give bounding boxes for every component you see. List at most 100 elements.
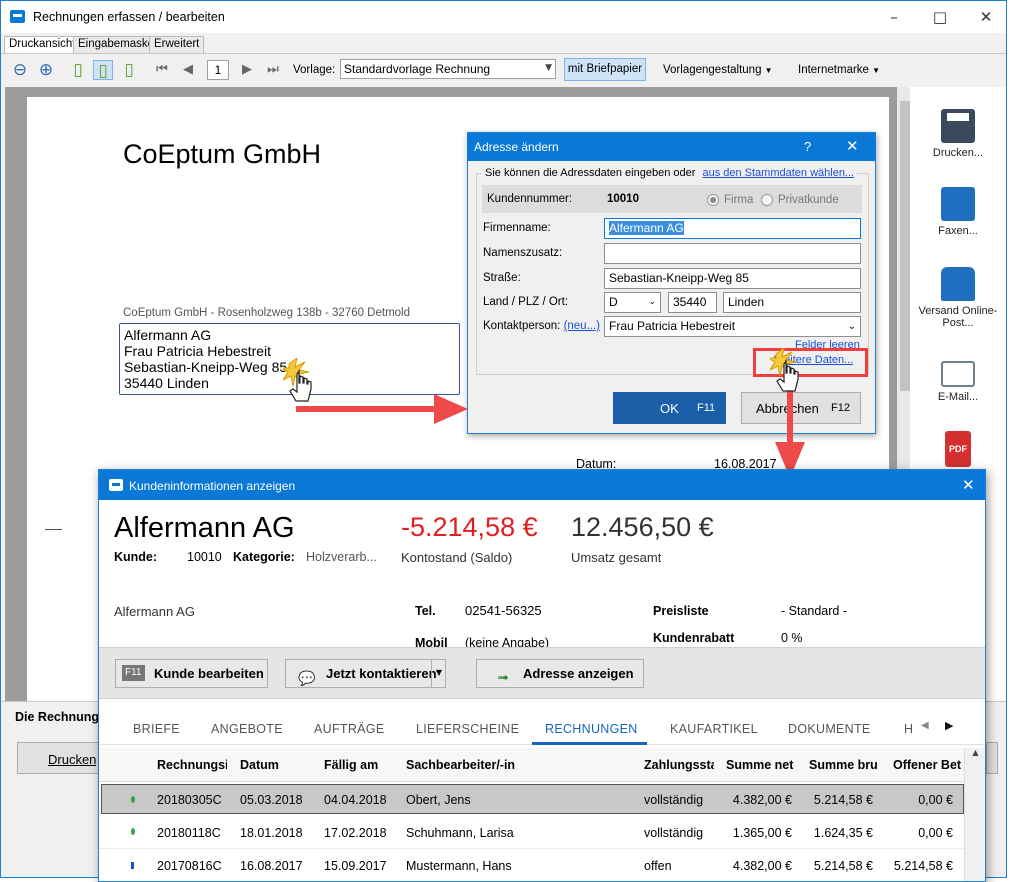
row-cell: 5.214,58 € — [813, 859, 873, 873]
status-dot-icon — [131, 862, 134, 869]
row-cell: 4.382,00 € — [732, 859, 792, 873]
tab-eingabemaske[interactable]: Eingabemaske — [73, 36, 160, 53]
row-cell: 05.03.2018 — [240, 793, 303, 807]
firma-radio[interactable] — [707, 194, 719, 206]
customer-name: Alfermann AG — [114, 512, 295, 544]
jetzt-kontaktieren-button[interactable]: 💬 Jetzt kontaktieren ▼ — [285, 659, 446, 688]
privatkunde-radio[interactable] — [761, 194, 773, 206]
scrollbar-thumb[interactable] — [900, 101, 910, 391]
page-number-input[interactable]: 1 — [207, 60, 229, 80]
col-zahlungsstatus[interactable]: Zahlungssta — [644, 758, 714, 772]
last-page-icon[interactable]: ⏭ — [263, 60, 283, 80]
kunde-bearbeiten-button[interactable]: F11 Kunde bearbeiten — [115, 659, 268, 688]
intro-label: Sie können die Adressdaten eingeben oder — [485, 167, 696, 179]
plz-field[interactable]: 35440 — [668, 292, 717, 313]
col-summe-brutto[interactable]: Summe bru — [809, 758, 881, 772]
f11-badge: F11 — [122, 665, 145, 681]
col-rechnungsnr[interactable]: Rechnungsi — [157, 758, 227, 772]
table-scrollbar[interactable]: ▲ — [964, 748, 985, 881]
col-offener-betrag[interactable]: Offener Bet — [893, 758, 963, 772]
col-sachbearbeiter[interactable]: Sachbearbeiter/-in — [406, 758, 626, 772]
tab-more[interactable]: H — [904, 722, 913, 736]
umsatz-label: Umsatz gesamt — [571, 550, 662, 565]
print-action[interactable]: Drucken... — [910, 109, 1006, 159]
drucken-button-label: Drucken — [48, 752, 97, 767]
zoom-in-icon[interactable]: ⊕ — [36, 60, 56, 80]
zoom-out-icon[interactable]: ⊖ — [10, 60, 30, 80]
col-faellig[interactable]: Fällig am — [324, 758, 404, 772]
stammdaten-link[interactable]: aus den Stammdaten wählen... — [702, 167, 854, 179]
namenszusatz-field[interactable] — [604, 243, 861, 264]
pdf-icon: PDF — [945, 431, 971, 467]
adresse-anzeigen-button[interactable]: ➟ Adresse anzeigen — [476, 659, 644, 688]
chevron-down-icon: ▼ — [545, 63, 552, 73]
tab-dokumente[interactable]: DOKUMENTE — [788, 722, 871, 736]
vorlagengestaltung-menu[interactable]: Vorlagengestaltung ▼ — [663, 64, 773, 76]
click-cursor-icon — [283, 358, 312, 402]
tab-lieferscheine[interactable]: LIEFERSCHEINE — [416, 722, 519, 736]
tab-druckansicht[interactable]: Druckansicht — [4, 36, 81, 54]
kontakt-select[interactable]: Frau Patricia Hebestreit ⌄ — [604, 316, 861, 337]
tel-value[interactable]: 02541-56325 — [465, 603, 542, 618]
land-select[interactable]: D ⌄ — [604, 292, 661, 313]
row-cell: 17.02.2018 — [324, 826, 387, 840]
close-icon[interactable]: ✕ — [962, 476, 975, 494]
page-width-icon[interactable]: ▯ — [119, 60, 139, 80]
bottom-button-edge[interactable] — [986, 742, 998, 774]
drucken-button[interactable]: Drucken — [17, 742, 107, 774]
chat-icon: 💬 — [298, 671, 316, 687]
prev-page-icon[interactable]: ◀ — [178, 60, 198, 80]
row-cell: 20170816C — [157, 859, 222, 873]
kontakt-new-link[interactable]: (neu...) — [564, 320, 600, 332]
vorlage-select[interactable]: Standardvorlage Rechnung ▼ — [340, 59, 556, 79]
strasse-label: Straße: — [483, 272, 521, 284]
ok-label: OK — [660, 401, 679, 416]
close-icon[interactable]: ✕ — [846, 137, 859, 155]
online-post-action[interactable]: Versand Online-Post... — [910, 267, 1006, 329]
scroll-left-icon[interactable]: ◀ — [921, 720, 929, 731]
fax-action[interactable]: Faxen... — [910, 187, 1006, 237]
address-dialog-title: Adresse ändern — [474, 140, 559, 154]
col-summe-netto[interactable]: Summe net — [726, 758, 798, 772]
ok-button[interactable]: OK F11 — [613, 392, 726, 424]
tab-auftraege[interactable]: AUFTRÄGE — [314, 722, 384, 736]
maximize-icon[interactable]: □ — [917, 1, 963, 33]
internetmarke-menu[interactable]: Internetmarke ▼ — [798, 64, 880, 76]
rabatt-label: Kundenrabatt — [653, 631, 735, 645]
tab-rechnungen[interactable]: RECHNUNGEN — [545, 722, 638, 736]
tab-erweitert[interactable]: Erweitert — [149, 36, 205, 53]
chevron-down-icon[interactable]: ▼ — [431, 659, 446, 688]
next-page-icon[interactable]: ▶ — [237, 60, 257, 80]
umsatz-value: 12.456,50 € — [571, 512, 714, 542]
address-line: Frau Patricia Hebestreit — [124, 343, 272, 359]
strasse-field[interactable]: Sebastian-Kneipp-Weg 85 — [604, 268, 861, 289]
briefpapier-toggle[interactable]: mit Briefpapier — [564, 58, 646, 81]
scroll-up-icon[interactable]: ▲ — [965, 748, 985, 757]
email-action[interactable]: E-Mail... — [910, 361, 1006, 403]
help-icon[interactable]: ? — [804, 139, 811, 154]
scroll-right-icon[interactable]: ▶ — [945, 719, 953, 732]
customer-info-titlebar: Kundeninformationen anzeigen ✕ — [99, 470, 985, 500]
first-page-icon[interactable]: ⏮ — [152, 60, 172, 80]
chevron-down-icon: ⌄ — [847, 321, 856, 332]
title-bar: Rechnungen erfassen / bearbeiten – □ ✕ — [1, 1, 1006, 33]
tab-briefe[interactable]: BRIEFE — [133, 722, 180, 736]
ort-field[interactable]: Linden — [723, 292, 861, 313]
close-icon[interactable]: ✕ — [963, 1, 1006, 33]
two-page-icon[interactable]: ▯ — [93, 60, 113, 81]
address-line: Alfermann AG — [124, 327, 212, 343]
col-datum[interactable]: Datum — [240, 758, 320, 772]
single-page-icon[interactable]: ▯ — [68, 60, 88, 80]
row-cell: 20180118C — [157, 826, 221, 840]
row-cell: 5.214,58 € — [813, 793, 873, 807]
row-cell: 16.08.2017 — [240, 859, 303, 873]
minimize-icon[interactable]: – — [871, 1, 917, 33]
chevron-down-icon: ▼ — [764, 66, 773, 75]
tab-kaufartikel[interactable]: KAUFARTIKEL — [670, 722, 758, 736]
firmenname-field[interactable]: Alfermann AG — [604, 218, 861, 239]
adresse-anzeigen-label: Adresse anzeigen — [523, 666, 634, 681]
row-cell: Mustermann, Hans — [406, 859, 512, 873]
row-cell: Schuhmann, Larisa — [406, 826, 514, 840]
pdf-action[interactable]: PDF — [910, 431, 1006, 471]
tab-angebote[interactable]: ANGEBOTE — [211, 722, 283, 736]
